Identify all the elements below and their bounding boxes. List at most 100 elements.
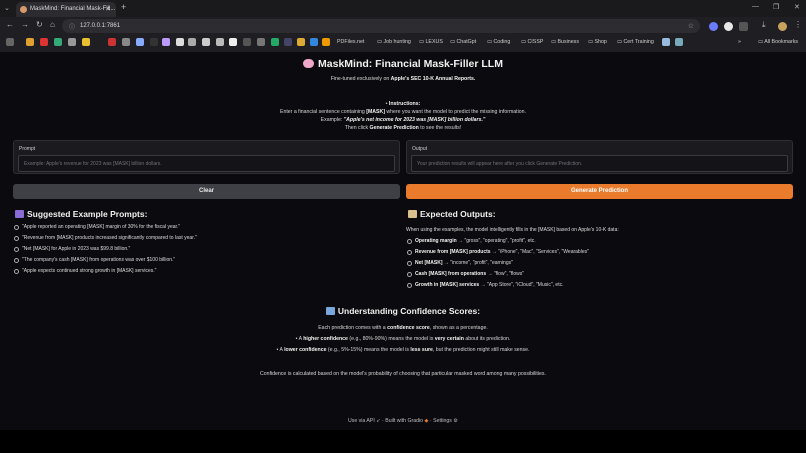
bottom-bar xyxy=(0,430,806,453)
browser-chrome: ⌄ MaskMind: Financial Mask-Fill... ✕ + —… xyxy=(0,0,806,52)
menu-icon[interactable]: ⋮ xyxy=(794,20,802,29)
extensions-puzzle-icon[interactable] xyxy=(739,22,748,31)
bookmark-pdfiles[interactable]: PDFiles.net xyxy=(337,39,364,45)
bookmark-icon[interactable] xyxy=(310,38,318,46)
bookmark-icon[interactable] xyxy=(68,38,76,46)
list-item: "The company's cash [MASK] from operatio… xyxy=(13,257,197,268)
browser-tab[interactable]: MaskMind: Financial Mask-Fill... ✕ xyxy=(16,2,116,17)
bookmarks-overflow-icon[interactable]: » xyxy=(738,39,741,45)
list-item: Net [MASK] → "income", "profit", "earnin… xyxy=(406,260,589,271)
generate-prediction-button[interactable]: Generate Prediction xyxy=(406,184,793,199)
reload-icon[interactable]: ↻ xyxy=(36,20,43,29)
bookmark-icon[interactable] xyxy=(162,38,170,46)
tab-bar: ⌄ MaskMind: Financial Mask-Fill... ✕ + —… xyxy=(0,0,806,17)
extension-icon[interactable] xyxy=(724,22,733,31)
output-label: Output xyxy=(412,146,428,152)
prompt-label: Prompt xyxy=(19,146,36,152)
page-title: MaskMind: Financial Mask-Filler LLM xyxy=(0,58,806,70)
bookmark-folder-chatgpt[interactable]: ▭ ChatGpt xyxy=(450,39,476,45)
bookmark-folder-coding[interactable]: ▭ Coding xyxy=(487,39,510,45)
bookmark-icon[interactable] xyxy=(297,38,305,46)
confidence-bullet-high: • A higher confidence (e.g., 80%-90%) me… xyxy=(295,336,511,342)
bookmark-icon[interactable] xyxy=(122,38,130,46)
bookmark-icon[interactable] xyxy=(202,38,210,46)
use-api-link[interactable]: Use via API ➶ xyxy=(348,418,381,424)
tab-search-icon[interactable]: ⌄ xyxy=(4,4,10,12)
back-icon[interactable]: ← xyxy=(6,20,14,29)
forward-icon[interactable]: → xyxy=(21,20,29,29)
bookmark-folder-shop[interactable]: ▭ Shop xyxy=(588,39,607,45)
app-page: MaskMind: Financial Mask-Filler LLM Fine… xyxy=(0,52,806,430)
gear-icon: ⚙ xyxy=(453,418,458,424)
list-item: "Net [MASK] for Apple in 2023 was $99.8 … xyxy=(13,246,197,257)
suggested-list: "Apple reported an operating [MASK] marg… xyxy=(13,224,197,279)
bookmark-icon[interactable] xyxy=(40,38,48,46)
bookmark-icon[interactable] xyxy=(257,38,265,46)
profile-avatar[interactable] xyxy=(778,22,787,31)
bookmark-icon[interactable] xyxy=(243,38,251,46)
instructions-line: Then click Generate Prediction to see th… xyxy=(344,125,462,131)
toolbar: ← → ↻ ⌂ ⓘ 127.0.0.1:7861 ☆ ⤓ ⋮ xyxy=(0,17,806,35)
address-bar[interactable]: ⓘ 127.0.0.1:7861 ☆ xyxy=(62,19,700,33)
list-item: "Revenue from [MASK] products increased … xyxy=(13,235,197,246)
bookmark-folder-cissp[interactable]: ▭ CISSP xyxy=(521,39,543,45)
bookmark-icon[interactable] xyxy=(176,38,184,46)
new-tab-icon[interactable]: + xyxy=(121,2,126,12)
output-panel: Output Your prediction results will appe… xyxy=(406,140,793,174)
prompt-panel: Prompt Example: Apple's revenue for 2023… xyxy=(13,140,400,174)
apps-icon[interactable] xyxy=(6,38,14,46)
bookmark-folder-job[interactable]: ▭ Job hunting xyxy=(377,39,411,45)
scroll-icon xyxy=(408,210,417,218)
page-subtitle: Fine-tuned exclusively on Apple's SEC 10… xyxy=(330,76,476,82)
prompt-input[interactable]: Example: Apple's revenue for 2023 was [M… xyxy=(18,155,395,172)
bookmark-icon[interactable] xyxy=(150,38,158,46)
url-text: 127.0.0.1:7861 xyxy=(80,23,121,29)
bookmark-folder-business[interactable]: ▭ Business xyxy=(551,39,579,45)
bookmark-icon[interactable] xyxy=(26,38,34,46)
list-item: "Apple reported an operating [MASK] marg… xyxy=(13,224,197,235)
list-item: Cash [MASK] from operations → "flow", "f… xyxy=(406,271,589,282)
maximize-icon[interactable]: ❐ xyxy=(773,3,779,11)
all-bookmarks[interactable]: ▭ All Bookmarks xyxy=(758,39,798,45)
bookmark-star-icon[interactable]: ☆ xyxy=(688,22,694,30)
bookmark-icon[interactable] xyxy=(82,38,90,46)
confidence-note: Confidence is calculated based on the mo… xyxy=(260,371,546,377)
list-item: "Apple expects continued strong growth i… xyxy=(13,268,197,279)
brain-icon xyxy=(303,59,315,68)
bookmark-icon[interactable] xyxy=(136,38,144,46)
minimize-icon[interactable]: — xyxy=(752,3,759,10)
download-icon[interactable]: ⤓ xyxy=(762,20,766,30)
bookmark-icon[interactable] xyxy=(229,38,237,46)
output-field: Your prediction results will appear here… xyxy=(411,155,788,172)
tab-favicon-icon xyxy=(20,6,27,13)
expected-heading: Expected Outputs: xyxy=(408,209,496,219)
built-with-gradio-link[interactable]: Built with Gradio ◆ xyxy=(385,418,428,424)
expected-list: Operating margin → "gross", "operating",… xyxy=(406,238,589,293)
bookmark-folder-cert[interactable]: ▭ Cert Training xyxy=(617,39,654,45)
bookmark-icon[interactable] xyxy=(216,38,224,46)
bookmark-icon[interactable] xyxy=(188,38,196,46)
instructions-heading: • Instructions: xyxy=(385,101,421,107)
bookmark-icon[interactable] xyxy=(271,38,279,46)
clear-button[interactable]: Clear xyxy=(13,184,400,199)
settings-link[interactable]: Settings ⚙ xyxy=(433,418,458,424)
close-tab-icon[interactable]: ✕ xyxy=(105,5,111,13)
bookmark-icon[interactable] xyxy=(54,38,62,46)
bookmark-icon[interactable] xyxy=(675,38,683,46)
site-info-icon[interactable]: ⓘ xyxy=(69,22,75,31)
footer: Use via API ➶ · Built with Gradio ◆ · Se… xyxy=(347,418,458,424)
bookmark-folder-lexus[interactable]: ▭ LEXUS xyxy=(419,39,443,45)
home-icon[interactable]: ⌂ xyxy=(50,20,55,29)
bookmarks-bar: PDFiles.net ▭ Job hunting ▭ LEXUS ▭ Chat… xyxy=(0,35,806,50)
confidence-heading: Understanding Confidence Scores: xyxy=(0,306,806,316)
extension-icon[interactable] xyxy=(709,22,718,31)
bookmark-icon[interactable] xyxy=(662,38,670,46)
bookmark-icon[interactable] xyxy=(284,38,292,46)
books-icon xyxy=(15,210,24,218)
bookmark-icon[interactable] xyxy=(322,38,330,46)
bookmark-icon[interactable] xyxy=(108,38,116,46)
instructions-example: Example: "Apple's net income for 2023 wa… xyxy=(320,117,486,123)
list-item: Operating margin → "gross", "operating",… xyxy=(406,238,589,249)
instructions-line: Enter a financial sentence containing [M… xyxy=(280,109,526,115)
window-close-icon[interactable]: ✕ xyxy=(794,3,800,11)
